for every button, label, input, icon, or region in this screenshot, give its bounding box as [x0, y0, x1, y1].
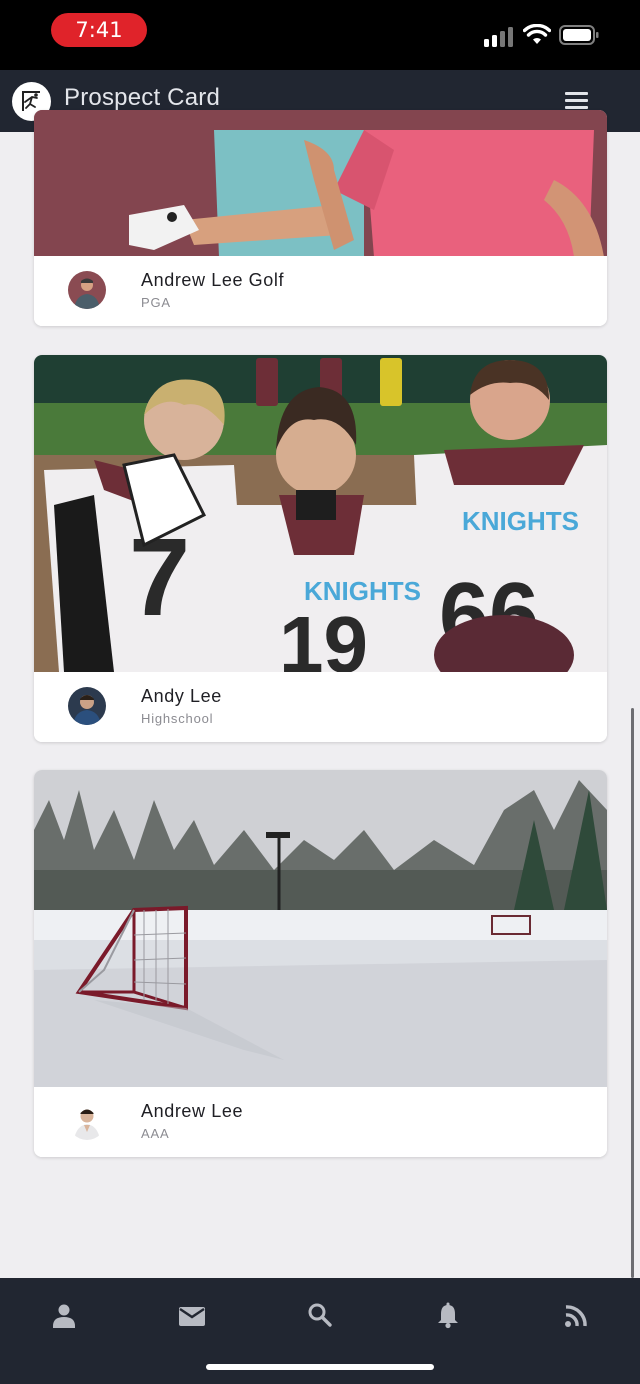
svg-text:19: 19 — [279, 600, 368, 672]
mail-icon — [179, 1307, 205, 1326]
status-bar: 7:41 — [0, 0, 640, 70]
battery-icon — [559, 25, 599, 45]
status-time: 7:41 — [51, 13, 147, 47]
football-players-photo: 7 KNIGHTS 19 KNIGHTS 66 — [34, 355, 607, 672]
tab-notifications[interactable] — [428, 1296, 468, 1336]
screen: 7:41 Prospect Card Andrew Lee Golf PGA 7… — [0, 0, 640, 1384]
rss-icon — [565, 1305, 587, 1327]
page-title: Prospect Card — [64, 84, 220, 111]
prospect-card[interactable]: Andrew Lee AAA — [34, 770, 607, 1157]
prospect-name: Andrew Lee Golf — [141, 270, 285, 290]
wifi-icon — [523, 24, 551, 44]
golfers-photo — [34, 110, 607, 257]
bell-icon — [438, 1302, 458, 1329]
prospect-level: Highschool — [141, 711, 214, 726]
search-icon — [308, 1303, 332, 1327]
prospect-level: AAA — [141, 1126, 170, 1141]
prospect-card[interactable]: 7 KNIGHTS 19 KNIGHTS 66 Andy Lee Highsch… — [34, 355, 607, 742]
prospect-name: Andrew Lee — [141, 1101, 244, 1121]
prospect-level: PGA — [141, 295, 171, 310]
card-footer: Andrew Lee Golf PGA — [34, 256, 607, 326]
avatar — [68, 271, 106, 309]
tab-search[interactable] — [300, 1296, 340, 1336]
tab-profile[interactable] — [44, 1296, 84, 1336]
prospect-name: Andy Lee — [141, 686, 222, 706]
person-icon — [53, 1304, 75, 1328]
scroll-indicator[interactable] — [631, 708, 634, 1278]
home-indicator[interactable] — [206, 1364, 434, 1370]
tab-feed[interactable] — [556, 1296, 596, 1336]
svg-text:KNIGHTS: KNIGHTS — [462, 506, 579, 536]
cellular-signal-icon — [484, 25, 516, 47]
tab-messages[interactable] — [172, 1296, 212, 1336]
card-footer: Andy Lee Highschool — [34, 672, 607, 742]
prospect-card[interactable]: Andrew Lee Golf PGA — [34, 110, 607, 326]
avatar — [68, 687, 106, 725]
card-footer: Andrew Lee AAA — [34, 1087, 607, 1157]
ice-rink-photo — [34, 770, 607, 1087]
avatar — [68, 1102, 106, 1140]
